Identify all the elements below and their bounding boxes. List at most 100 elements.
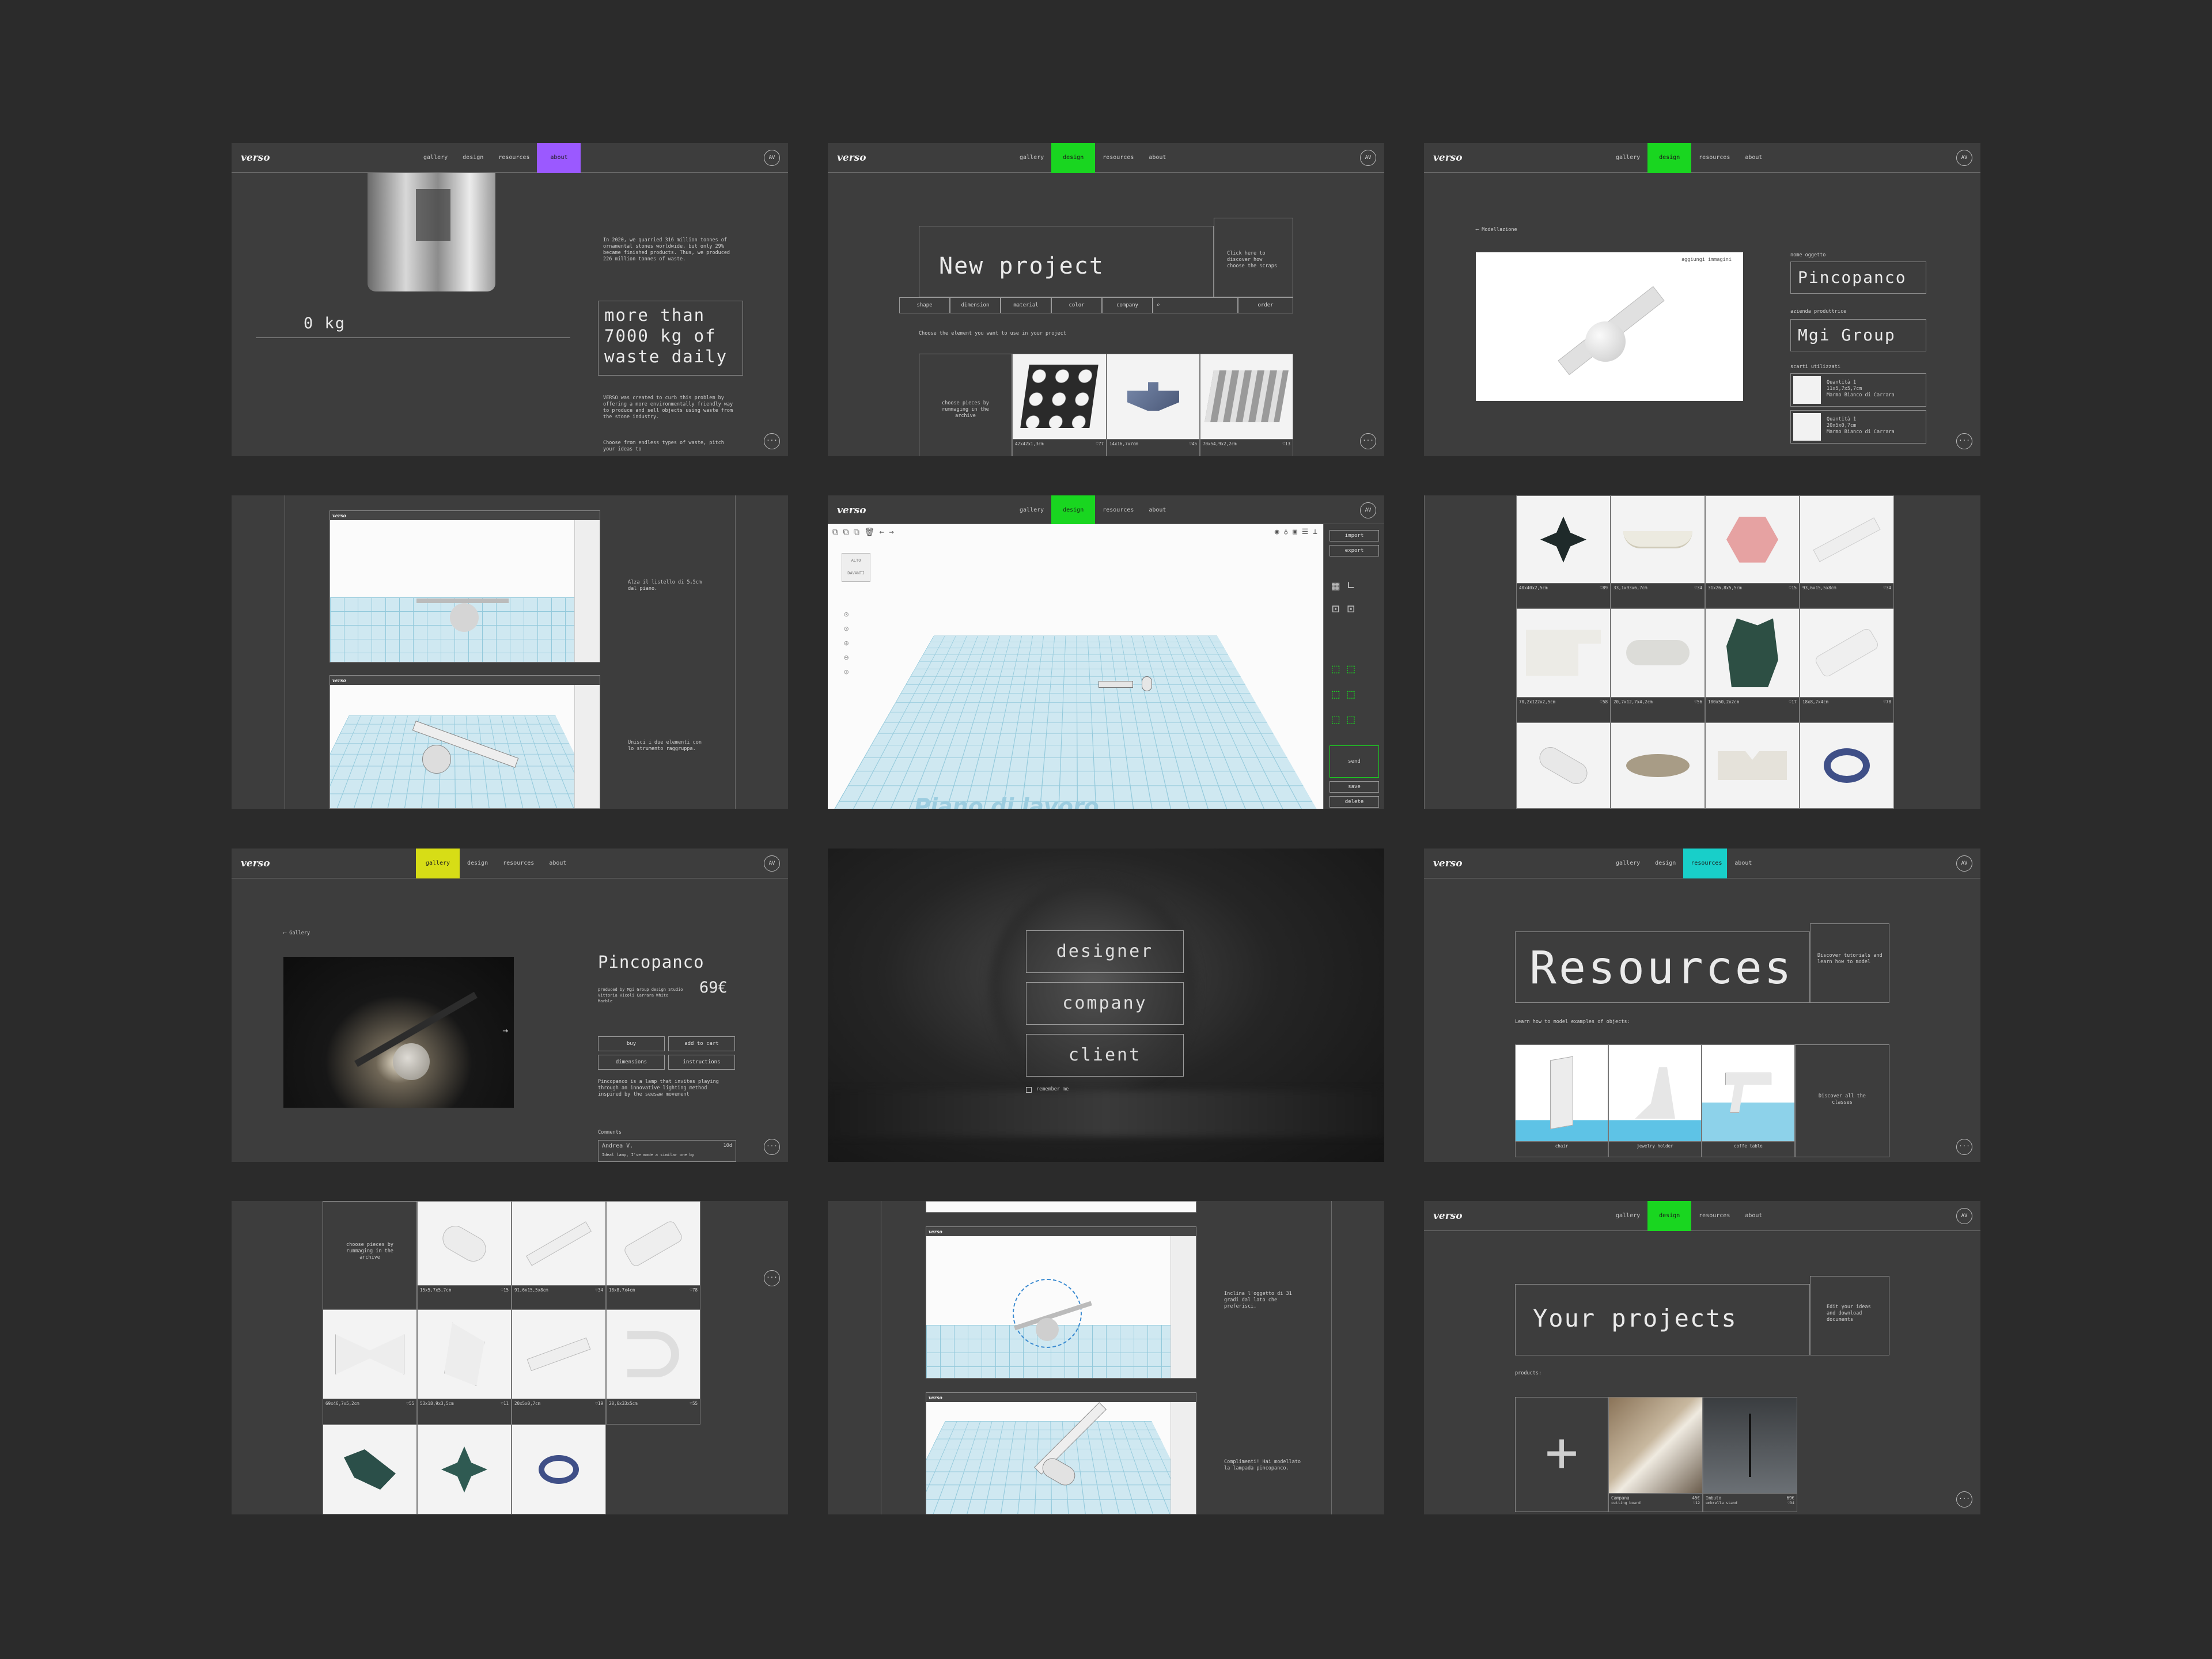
add-images-link[interactable]: aggiungi immagini — [1681, 257, 1732, 263]
scrap-card[interactable]: 15x5,7x5,7cm ♡15 — [417, 1201, 512, 1309]
buy-button[interactable]: buy — [598, 1036, 665, 1051]
scrap-card[interactable]: 70,2x122x2,5cm ♡58 — [1516, 608, 1611, 722]
nav-design[interactable]: design — [1051, 495, 1095, 525]
home-icon[interactable]: ⊙ — [844, 608, 849, 622]
nav-gallery[interactable]: gallery — [1608, 1201, 1647, 1231]
nav-gallery[interactable]: gallery — [416, 849, 460, 878]
more-icon[interactable]: ··· — [1956, 1139, 1972, 1155]
bulb-icon[interactable]: ♁ — [1283, 528, 1288, 536]
avatar[interactable]: AV — [1360, 150, 1376, 166]
zoom-out-icon[interactable]: ⊖ — [844, 651, 849, 665]
verso-logo[interactable]: verso — [1433, 858, 1463, 869]
nav-about[interactable]: about — [537, 143, 581, 173]
nav-about[interactable]: about — [541, 849, 574, 878]
scrap-card[interactable] — [1800, 722, 1894, 809]
scrap-card[interactable]: 53x18,9x3,5cm ♡11 — [417, 1309, 512, 1425]
archive-card[interactable]: choose pieces by rummaging in the archiv… — [919, 354, 1012, 456]
save-button[interactable]: save — [1330, 781, 1379, 793]
all-classes-card[interactable]: Discover all the classes — [1795, 1044, 1889, 1157]
redo-icon[interactable]: → — [889, 528, 893, 537]
more-icon[interactable]: ··· — [764, 1270, 780, 1286]
eye-icon[interactable]: ◉ — [1275, 528, 1279, 536]
scrap-row[interactable]: Quantità 1 20x5x0,7cm Marmo Bianco di Ca… — [1790, 410, 1926, 444]
nav-design[interactable]: design — [460, 849, 495, 878]
nav-gallery[interactable]: gallery — [1608, 143, 1647, 173]
verso-logo[interactable]: verso — [837, 505, 866, 516]
designer-button[interactable]: designer — [1026, 930, 1184, 973]
scrap-card[interactable] — [1611, 722, 1705, 809]
cube-icon[interactable]: ⬚ ⬚ — [1332, 657, 1355, 682]
filter-material[interactable]: material — [1001, 297, 1051, 313]
company-button[interactable]: company — [1026, 982, 1184, 1025]
tutorials-hint[interactable]: Discover tutorials and learn how to mode… — [1810, 923, 1889, 1003]
paste-icon[interactable]: ⧉ — [843, 528, 849, 537]
filter-color[interactable]: color — [1051, 297, 1102, 313]
scrap-card[interactable] — [1516, 722, 1611, 809]
dimensions-button[interactable]: dimensions — [598, 1055, 665, 1070]
copy-icon[interactable]: ⧉ — [832, 528, 838, 537]
scrap-card[interactable]: 14x16,7x7cm ♡45 — [1107, 354, 1200, 456]
nav-design[interactable]: design — [1051, 143, 1095, 173]
nav-gallery[interactable]: gallery — [1608, 849, 1647, 878]
avatar[interactable]: AV — [764, 855, 780, 872]
avatar[interactable]: AV — [1956, 855, 1972, 872]
nav-design[interactable]: design — [1647, 1201, 1691, 1231]
ortho-icon[interactable]: ⊙ — [844, 665, 849, 680]
group-icon[interactable]: ▣ — [1293, 528, 1297, 536]
back-link[interactable]: ⟵ Gallery — [283, 930, 310, 937]
avatar[interactable]: AV — [1956, 1208, 1972, 1224]
align-icon[interactable]: ☰ — [1302, 528, 1309, 536]
nav-resources[interactable]: resources — [495, 849, 541, 878]
undo-icon[interactable]: ← — [880, 528, 884, 537]
filter-company[interactable]: company — [1102, 297, 1153, 313]
nav-design[interactable]: design — [1647, 849, 1683, 878]
scrap-card[interactable]: 20,6x33x5cm ♡55 — [606, 1309, 700, 1425]
nav-resources[interactable]: resources — [1691, 143, 1737, 173]
scraps-hint[interactable]: Click here to discover how choose the sc… — [1214, 218, 1293, 297]
trash-icon[interactable]: 🗑 — [864, 528, 874, 537]
add-project-button[interactable]: + — [1515, 1397, 1608, 1512]
project-card[interactable]: Imbuto 69€ umbrella stand ♡34 — [1703, 1397, 1797, 1512]
filter-shape[interactable]: shape — [899, 297, 950, 313]
scrap-card[interactable]: 18x8,7x4cm ♡78 — [606, 1201, 700, 1309]
back-link[interactable]: ⟵ Modellazione — [1476, 227, 1517, 233]
nav-gallery[interactable]: gallery — [1012, 143, 1051, 173]
remember-checkbox[interactable] — [1026, 1087, 1032, 1093]
export-button[interactable]: export — [1330, 545, 1379, 556]
scrap-card[interactable]: 100x50,2x2cm ♡17 — [1705, 608, 1800, 722]
scrap-card[interactable]: 93,6x15,5x8cm ♡34 — [1800, 495, 1894, 608]
nav-design[interactable]: design — [455, 143, 491, 173]
scrap-card[interactable]: 20x5x0,7cm ♡19 — [512, 1309, 606, 1425]
resource-card[interactable]: coffe table — [1702, 1044, 1795, 1157]
more-icon[interactable]: ··· — [1956, 433, 1972, 449]
nav-resources[interactable]: resources — [491, 143, 537, 173]
scrap-card[interactable]: 70x54,9x2,2cm ♡13 — [1200, 354, 1293, 456]
resource-card[interactable]: jewelry holder — [1608, 1044, 1702, 1157]
view-cube[interactable]: ALTO DAVANTI — [842, 553, 870, 582]
nav-resources[interactable]: resources — [1095, 143, 1141, 173]
scrap-card[interactable] — [1705, 722, 1800, 809]
scrap-card[interactable] — [417, 1425, 512, 1514]
avatar[interactable]: AV — [1956, 150, 1972, 166]
nav-resources[interactable]: resources — [1095, 495, 1141, 525]
nav-about[interactable]: about — [1737, 143, 1770, 173]
editor-canvas[interactable]: ⧉ ⧉ ⧉ 🗑 ← → ◉ ♁ ▣ ☰ ⟂ ALTO DAVANTI ⊙ ⊙ ⊕ ⊖ ⊙… — [828, 524, 1323, 809]
filter-dimension[interactable]: dimension — [950, 297, 1001, 313]
nav-design[interactable]: design — [1647, 143, 1691, 173]
delete-button[interactable]: delete — [1330, 796, 1379, 808]
mirror-icon[interactable]: ⟂ — [1313, 528, 1317, 536]
ruler-icon[interactable]: ⊡ ⊡ — [1332, 598, 1355, 621]
archive-card[interactable]: choose pieces by rummaging in the archiv… — [323, 1201, 417, 1309]
more-icon[interactable]: ··· — [1956, 1491, 1972, 1508]
scrap-card[interactable] — [323, 1425, 417, 1514]
import-button[interactable]: import — [1330, 530, 1379, 541]
nav-gallery[interactable]: gallery — [1012, 495, 1051, 525]
scrap-card[interactable]: 40x40x2,5cm ♡89 — [1516, 495, 1611, 608]
scrap-card[interactable]: 42x42x1,3cm ♡77 — [1012, 354, 1107, 456]
instructions-button[interactable]: instructions — [668, 1055, 735, 1070]
avatar[interactable]: AV — [764, 150, 780, 166]
nav-gallery[interactable]: gallery — [416, 143, 455, 173]
add-to-cart-button[interactable]: add to cart — [668, 1036, 735, 1051]
verso-logo[interactable]: verso — [1433, 152, 1463, 164]
verso-logo[interactable]: verso — [837, 152, 866, 164]
